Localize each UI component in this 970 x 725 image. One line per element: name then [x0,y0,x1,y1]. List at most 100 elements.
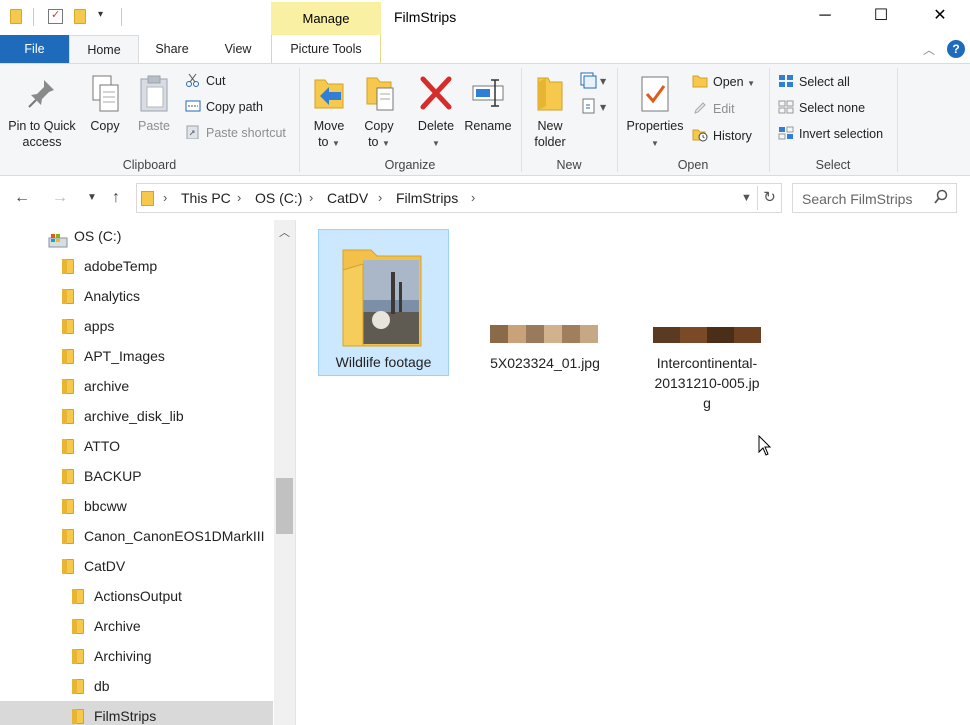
minimize-button[interactable]: ─ [796,0,854,32]
back-arrow-icon[interactable]: ← [11,187,33,209]
tree-item[interactable]: CatDV [0,551,273,581]
maximize-button[interactable]: ☐ [852,0,910,32]
folder-icon [62,469,74,484]
select-all-icon [778,73,794,87]
folder-icon [72,679,84,694]
tree-item-label: Canon_CanonEOS1DMarkIII [84,528,265,544]
tree-item[interactable]: bbcww [0,491,273,521]
history-icon [692,127,708,142]
copy-path-button[interactable]: Copy path [185,96,263,118]
copy-label: Copy [90,119,120,133]
breadcrumb-chevron-icon[interactable]: › [471,190,475,205]
breadcrumb-catdv[interactable]: CatDV [327,190,368,206]
forward-arrow-icon[interactable]: → [49,187,71,209]
tree-item-label: BACKUP [84,468,142,484]
up-arrow-icon[interactable]: ↑ [105,187,127,209]
breadcrumb-chevron-icon[interactable]: › [237,190,241,205]
collapse-ribbon-icon[interactable]: ︿ [923,41,935,58]
tree-item-drive[interactable]: OS (C:) [0,221,273,251]
properties-qat-icon[interactable]: ✓ [48,9,63,24]
breadcrumb-os-c[interactable]: OS (C:) [255,190,302,206]
open-button[interactable]: Open ▼ [692,71,755,93]
select-all-button[interactable]: Select all [778,71,850,93]
tree-item[interactable]: ActionsOutput [0,581,273,611]
breadcrumb-chevron-icon[interactable]: › [309,190,313,205]
breadcrumb-chevron-icon[interactable]: › [378,190,382,205]
paste-shortcut-icon [185,124,201,140]
tree-item[interactable]: Archiving [0,641,273,671]
open-label: Open [713,75,744,89]
copy-to-button[interactable]: Copy to ▼ [358,74,400,152]
tree-item[interactable]: db [0,671,273,701]
new-folder-icon [532,74,568,114]
move-to-button[interactable]: Move to ▼ [308,74,350,152]
manage-context-tab[interactable]: Manage [271,2,381,35]
organize-group-label: Organize [384,158,436,172]
folder-icon [62,529,74,544]
filmstrip-thumbnail [490,325,598,343]
divider [299,68,300,172]
navigation-row: ← → ▼ ↑ › This PC › OS (C:) › CatDV › Fi… [0,183,970,213]
file-item-image[interactable]: 5X023324_01.jpg [480,321,610,381]
scroll-up-icon[interactable]: ︿ [279,224,290,240]
divider [121,8,122,26]
tree-item-label: adobeTemp [84,258,158,274]
file-item-folder[interactable]: Wildlife footage [318,229,449,376]
easy-access-button[interactable]: ▼ [580,98,608,116]
tab-view[interactable]: View [205,35,271,63]
folder-icon [62,559,74,574]
folder-icon [62,319,74,334]
address-bar[interactable]: › This PC › OS (C:) › CatDV › FilmStrips… [136,183,782,213]
file-item-image[interactable]: Intercontinental- 20131210-005.jp g [642,321,772,416]
copy-path-icon [185,98,201,112]
address-history-chevron-icon[interactable]: ▼ [741,192,752,204]
new-folder-qat-icon[interactable] [74,9,86,24]
pin-label-line2: access [22,135,62,149]
delete-button[interactable]: Delete ▼ [414,74,458,152]
history-button[interactable]: History [692,125,752,147]
copy-button[interactable]: Copy [84,74,126,134]
pin-to-quick-access-button[interactable]: Pin to Quick access [4,74,80,150]
tree-item[interactable]: Canon_CanonEOS1DMarkIII [0,521,273,551]
refresh-icon[interactable]: ↻ [757,186,781,210]
tree-item[interactable]: adobeTemp [0,251,273,281]
thumbnail-frame [562,325,580,343]
tree-item[interactable]: apps [0,311,273,341]
new-folder-button[interactable]: New folder [527,74,573,150]
tab-picture-tools[interactable]: Picture Tools [271,35,381,63]
breadcrumb-filmstrips[interactable]: FilmStrips [396,190,458,206]
help-icon[interactable]: ? [947,40,965,58]
invert-selection-button[interactable]: Invert selection [778,123,883,145]
tree-item[interactable]: ATTO [0,431,273,461]
paste-shortcut-button[interactable]: Paste shortcut [185,122,286,144]
customize-qat-icon[interactable]: ▾ [98,9,103,20]
rename-button[interactable]: Rename [463,74,513,134]
tab-home[interactable]: Home [69,35,139,63]
file-name: Wildlife footage [335,354,432,370]
new-item-button[interactable]: ▼ [580,72,608,90]
tree-item[interactable]: APT_Images [0,341,273,371]
tree-item[interactable]: archive_disk_lib [0,401,273,431]
breadcrumb-this-pc[interactable]: This PC [181,190,231,206]
select-none-button[interactable]: Select none [778,97,865,119]
search-input[interactable]: Search FilmStrips [792,183,957,213]
tab-file[interactable]: File [0,35,69,63]
tree-item[interactable]: Archive [0,611,273,641]
tab-share[interactable]: Share [139,35,205,63]
tree-item[interactable]: BACKUP [0,461,273,491]
thumbnail-frame [526,325,544,343]
tree-item[interactable]: archive [0,371,273,401]
tree-item[interactable]: Analytics [0,281,273,311]
rename-label: Rename [464,119,512,133]
edit-button[interactable]: Edit [692,98,735,120]
breadcrumb-chevron-icon[interactable]: › [163,190,167,205]
scroll-thumb[interactable] [276,478,293,534]
tree-item[interactable]: FilmStrips [0,701,273,725]
recent-locations-chevron-icon[interactable]: ▼ [81,187,103,209]
cut-button[interactable]: Cut [185,70,225,92]
close-button[interactable]: ✕ [911,0,969,32]
properties-button[interactable]: Properties ▼ [623,74,687,152]
scrollbar[interactable]: ︿ [274,220,295,725]
paste-shortcut-label: Paste shortcut [206,126,286,140]
paste-button[interactable]: Paste [132,74,176,134]
